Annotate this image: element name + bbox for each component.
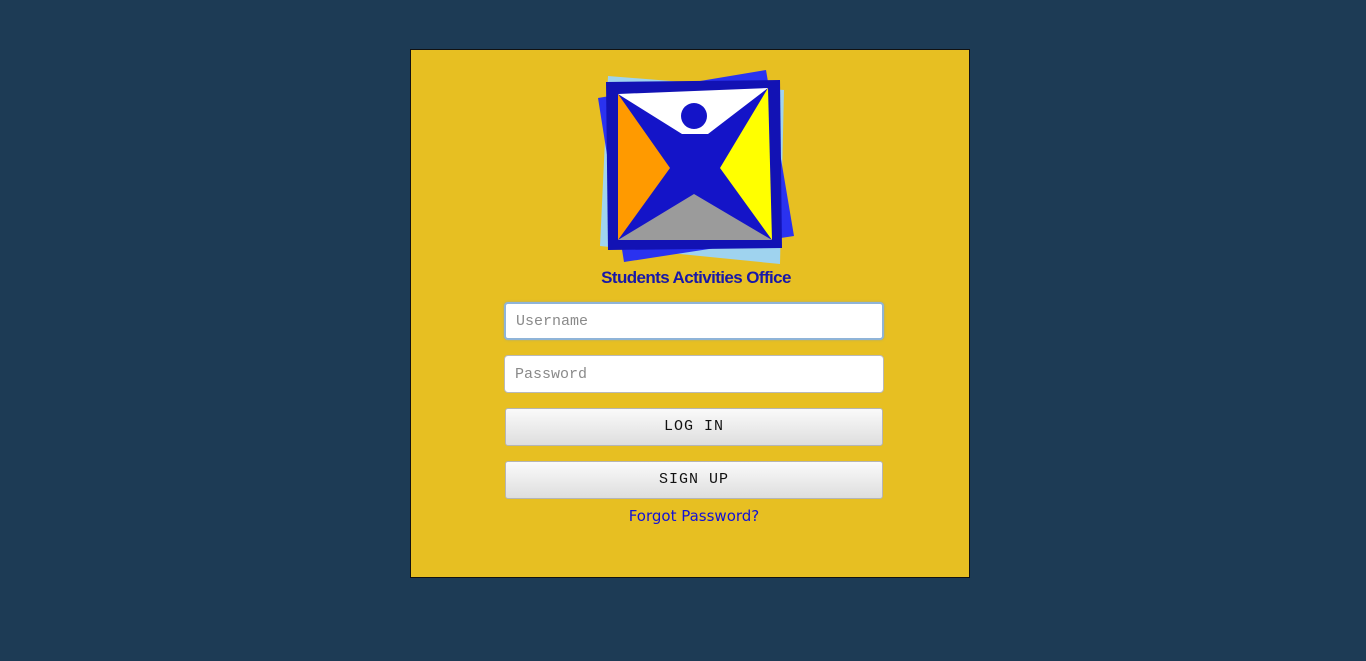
forgot-password-link[interactable]: Forgot Password? bbox=[504, 507, 884, 525]
password-input[interactable] bbox=[504, 355, 884, 393]
username-input[interactable] bbox=[504, 302, 884, 340]
login-card: Students Activities Office LOG IN SIGN U… bbox=[410, 49, 970, 578]
brand-name: Students Activities Office bbox=[601, 268, 791, 287]
login-button[interactable]: LOG IN bbox=[505, 408, 883, 446]
students-activities-office-logo: Students Activities Office bbox=[596, 68, 796, 288]
signup-button[interactable]: SIGN UP bbox=[505, 461, 883, 499]
